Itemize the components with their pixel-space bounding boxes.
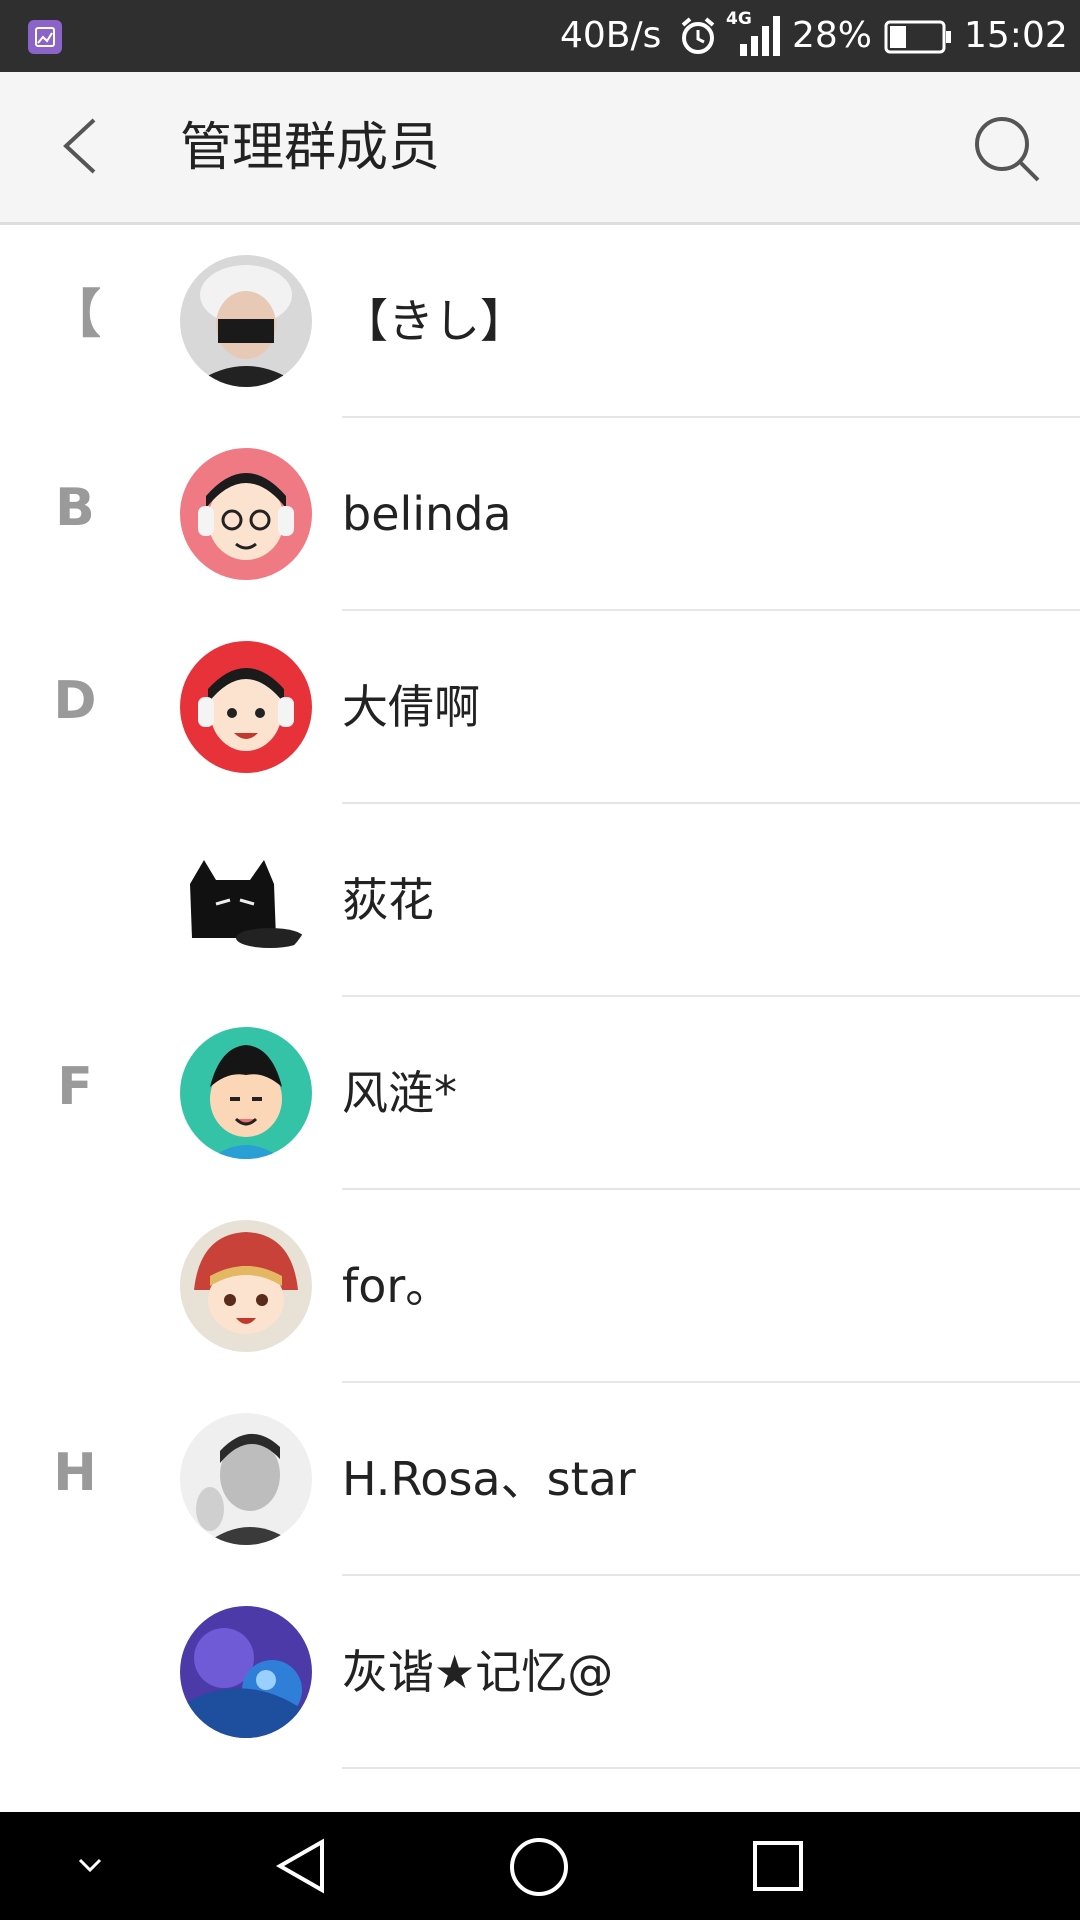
- member-name: 大倩啊: [342, 680, 480, 734]
- battery-percent: 28%: [792, 15, 873, 56]
- divider: [342, 1767, 1080, 1769]
- member-list: 【 【きし】 B belinda D 大倩啊 荻花 F 风涟* for。 H H…: [0, 225, 1080, 1769]
- list-item[interactable]: 灰谐★记忆@: [0, 1576, 1080, 1769]
- alarm-icon: [681, 17, 715, 54]
- search-icon[interactable]: [972, 114, 1042, 184]
- member-name: 荻花: [342, 873, 434, 927]
- list-item[interactable]: H H.Rosa、star: [0, 1383, 1080, 1576]
- avatar: [180, 1413, 312, 1545]
- list-item[interactable]: for。: [0, 1190, 1080, 1383]
- member-name: for。: [342, 1259, 452, 1313]
- gallery-notification-icon: [28, 20, 62, 54]
- triangle-back-icon[interactable]: [272, 1836, 332, 1896]
- section-letter: 【: [48, 285, 101, 345]
- avatar: [180, 1220, 312, 1352]
- avatar: [180, 448, 312, 580]
- list-item[interactable]: B belinda: [0, 418, 1080, 611]
- section-letter: B: [55, 478, 95, 538]
- app-bar: 管理群成员: [0, 72, 1080, 225]
- list-item[interactable]: 荻花: [0, 804, 1080, 997]
- avatar: [180, 255, 312, 387]
- avatar: [180, 641, 312, 773]
- member-name: 灰谐★记忆@: [342, 1645, 614, 1699]
- avatar: [180, 1027, 312, 1159]
- section-letter: F: [57, 1057, 93, 1117]
- signal-icon: [740, 16, 780, 56]
- page-title: 管理群成员: [180, 118, 441, 178]
- avatar: [180, 1606, 312, 1738]
- chevron-left-icon[interactable]: [52, 116, 112, 176]
- section-letter: H: [53, 1443, 97, 1503]
- member-name: 【きし】: [342, 294, 526, 348]
- clock: 15:02: [964, 15, 1068, 56]
- member-name: 风涟*: [342, 1066, 457, 1120]
- member-name: H.Rosa、star: [342, 1452, 636, 1506]
- avatar: [180, 834, 312, 966]
- section-letter: D: [53, 671, 97, 731]
- square-recents-icon[interactable]: [750, 1838, 806, 1894]
- status-bar: 40B/s 4G 28% 15:02: [0, 0, 1080, 72]
- list-item[interactable]: 【 【きし】: [0, 225, 1080, 418]
- navigation-bar: [0, 1812, 1080, 1920]
- circle-home-icon[interactable]: [508, 1836, 570, 1898]
- chevron-down-icon[interactable]: [72, 1852, 108, 1880]
- member-name: belinda: [342, 487, 512, 541]
- battery-icon: [884, 20, 951, 54]
- list-item[interactable]: D 大倩啊: [0, 611, 1080, 804]
- list-item[interactable]: F 风涟*: [0, 997, 1080, 1190]
- network-speed: 40B/s: [560, 15, 662, 56]
